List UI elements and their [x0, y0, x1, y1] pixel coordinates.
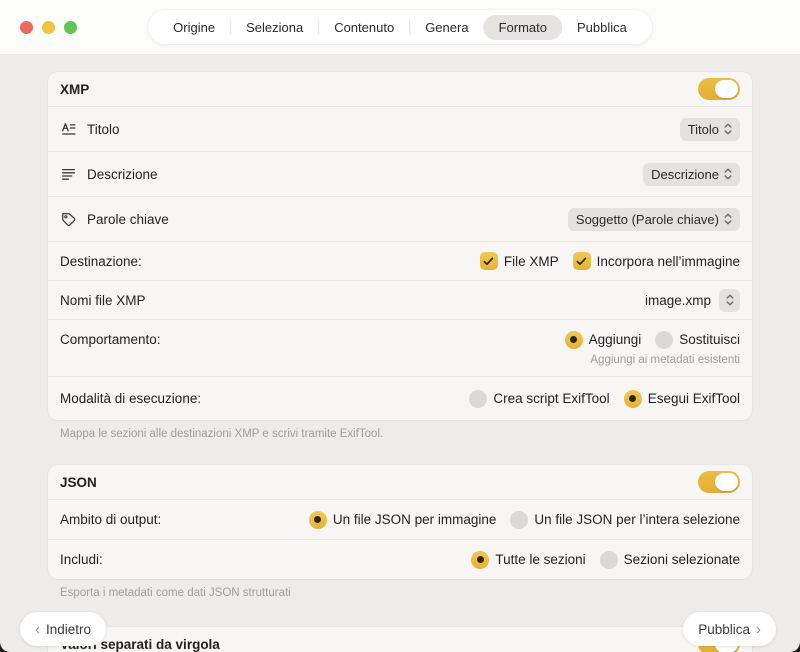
radio-sostituisci[interactable]: Sostituisci	[655, 331, 740, 349]
textformat-icon	[60, 121, 77, 138]
descrizione-label: Descrizione	[87, 167, 158, 182]
parole-chiave-dropdown[interactable]: Soggetto (Parole chiave)	[568, 208, 740, 231]
tab-contenuto[interactable]: Contenuto	[319, 15, 409, 40]
publish-button[interactable]: Pubblica ›	[683, 612, 776, 646]
titolo-label: Titolo	[87, 122, 120, 137]
tab-genera[interactable]: Genera	[410, 15, 483, 40]
radio-selected-icon	[471, 551, 489, 569]
titlebar: Origine Seleziona Contenuto Genera Forma…	[0, 0, 800, 54]
csv-section: Valori separati da virgola	[48, 627, 752, 652]
nomi-file-row: Nomi file XMP image.xmp	[48, 280, 752, 319]
content-area: XMP Titolo Titolo	[0, 72, 800, 652]
checkbox-file-xmp[interactable]: File XMP	[480, 252, 559, 270]
chevron-up-down-icon	[726, 294, 734, 306]
comportamento-note: Aggiungi ai metadati esistenti	[590, 354, 740, 366]
step-tabbar: Origine Seleziona Contenuto Genera Forma…	[148, 10, 652, 44]
radio-unselected-icon	[655, 331, 673, 349]
tab-seleziona[interactable]: Seleziona	[231, 15, 318, 40]
xmp-section-title: XMP	[60, 82, 89, 97]
parole-chiave-row: Parole chiave Soggetto (Parole chiave)	[48, 196, 752, 241]
descrizione-row: Descrizione Descrizione	[48, 151, 752, 196]
radio-selected-icon	[565, 331, 583, 349]
includi-label: Includi:	[60, 552, 103, 567]
chevron-up-down-icon	[724, 123, 732, 135]
tab-pubblica[interactable]: Pubblica	[562, 15, 642, 40]
filename-stepper[interactable]	[719, 289, 740, 312]
radio-esegui-exiftool-label: Esegui ExifTool	[648, 391, 740, 406]
radio-json-intera-selezione[interactable]: Un file JSON per l’intera selezione	[510, 511, 740, 529]
tag-icon	[60, 211, 77, 228]
json-toggle[interactable]	[698, 471, 740, 493]
ambito-output-row: Ambito di output: Un file JSON per immag…	[48, 499, 752, 539]
titolo-dropdown-value: Titolo	[688, 122, 719, 137]
radio-json-per-immagine[interactable]: Un file JSON per immagine	[309, 511, 497, 529]
radio-json-per-immagine-label: Un file JSON per immagine	[333, 512, 497, 527]
radio-json-intera-selezione-label: Un file JSON per l’intera selezione	[534, 512, 740, 527]
checkbox-file-xmp-label: File XMP	[504, 254, 559, 269]
chevron-up-down-icon	[724, 168, 732, 180]
json-section: JSON Ambito di output: Un file JSON per …	[48, 465, 752, 579]
toggle-knob	[715, 80, 738, 98]
radio-tutte-le-sezioni-label: Tutte le sezioni	[495, 552, 585, 567]
includi-row: Includi: Tutte le sezioni Sezioni selezi…	[48, 539, 752, 579]
chevron-left-icon: ‹	[35, 622, 40, 637]
nomi-file-label: Nomi file XMP	[60, 293, 146, 308]
modalita-label: Modalità di esecuzione:	[60, 391, 201, 406]
parole-chiave-dropdown-value: Soggetto (Parole chiave)	[576, 212, 719, 227]
modalita-esecuzione-row: Modalità di esecuzione: Crea script Exif…	[48, 376, 752, 420]
radio-crea-script[interactable]: Crea script ExifTool	[469, 390, 609, 408]
json-footnote: Esporta i metadati come dati JSON strutt…	[60, 587, 740, 599]
json-header-row: JSON	[48, 465, 752, 499]
radio-selected-icon	[309, 511, 327, 529]
tab-formato[interactable]: Formato	[484, 15, 562, 40]
checkbox-incorpora-label: Incorpora nell’immagine	[597, 254, 740, 269]
radio-sezioni-selezionate[interactable]: Sezioni selezionate	[600, 551, 740, 569]
app-window: Origine Seleziona Contenuto Genera Forma…	[0, 0, 800, 652]
json-section-title: JSON	[60, 475, 97, 490]
checkbox-incorpora[interactable]: Incorpora nell’immagine	[573, 252, 740, 270]
destinazione-row: Destinazione: File XMP Incorpora nell’im…	[48, 241, 752, 280]
descrizione-dropdown[interactable]: Descrizione	[643, 163, 740, 186]
publish-button-label: Pubblica	[698, 622, 750, 637]
radio-aggiungi-label: Aggiungi	[589, 332, 642, 347]
xmp-header-row: XMP	[48, 72, 752, 106]
radio-selected-icon	[624, 390, 642, 408]
parole-chiave-label: Parole chiave	[87, 212, 169, 227]
toggle-knob	[715, 473, 738, 491]
close-button[interactable]	[20, 21, 33, 34]
radio-aggiungi[interactable]: Aggiungi	[565, 331, 642, 349]
back-button-label: Indietro	[46, 622, 91, 637]
radio-tutte-le-sezioni[interactable]: Tutte le sezioni	[471, 551, 585, 569]
back-button[interactable]: ‹ Indietro	[20, 612, 106, 646]
radio-unselected-icon	[469, 390, 487, 408]
checkbox-checked-icon	[480, 252, 498, 270]
radio-unselected-icon	[510, 511, 528, 529]
titolo-row: Titolo Titolo	[48, 106, 752, 151]
traffic-lights	[20, 21, 77, 34]
zoom-button[interactable]	[64, 21, 77, 34]
xmp-footnote: Mappa le sezioni alle destinazioni XMP e…	[60, 428, 740, 440]
radio-unselected-icon	[600, 551, 618, 569]
destinazione-label: Destinazione:	[60, 254, 142, 269]
ambito-output-label: Ambito di output:	[60, 512, 161, 527]
xmp-filename-value: image.xmp	[645, 293, 711, 308]
minimize-button[interactable]	[42, 21, 55, 34]
tab-origine[interactable]: Origine	[158, 15, 230, 40]
descrizione-dropdown-value: Descrizione	[651, 167, 719, 182]
comportamento-label: Comportamento:	[60, 332, 161, 347]
radio-sezioni-selezionate-label: Sezioni selezionate	[624, 552, 740, 567]
radio-sostituisci-label: Sostituisci	[679, 332, 740, 347]
xmp-section: XMP Titolo Titolo	[48, 72, 752, 420]
radio-esegui-exiftool[interactable]: Esegui ExifTool	[624, 390, 740, 408]
comportamento-row: Comportamento: Aggiungi Sostituisci Aggi…	[48, 319, 752, 376]
chevron-up-down-icon	[724, 213, 732, 225]
xmp-toggle[interactable]	[698, 78, 740, 100]
csv-header-row: Valori separati da virgola	[48, 627, 752, 652]
chevron-right-icon: ›	[756, 622, 761, 637]
radio-crea-script-label: Crea script ExifTool	[493, 391, 609, 406]
checkbox-checked-icon	[573, 252, 591, 270]
textlines-icon	[60, 166, 77, 183]
titolo-dropdown[interactable]: Titolo	[680, 118, 740, 141]
